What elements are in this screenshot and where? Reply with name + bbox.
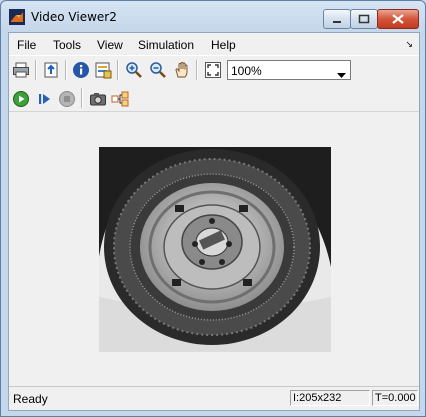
run-icon[interactable] xyxy=(12,90,30,108)
highlight-block-icon[interactable] xyxy=(111,90,129,108)
menu-tools[interactable]: Tools xyxy=(53,38,81,52)
info-icon[interactable] xyxy=(72,61,90,79)
toolbar-separator xyxy=(81,88,83,108)
toolbar-separator xyxy=(35,60,37,80)
print-icon[interactable] xyxy=(12,61,30,79)
menu-file[interactable]: File xyxy=(17,38,36,52)
window-title: Video Viewer2 xyxy=(31,10,117,24)
fit-to-window-icon[interactable] xyxy=(204,61,222,79)
menu-simulation[interactable]: Simulation xyxy=(138,38,194,52)
menu-view[interactable]: View xyxy=(97,38,123,52)
snapshot-icon[interactable] xyxy=(89,90,107,108)
status-bar: Ready I:205x232 T=0.000 xyxy=(9,386,419,409)
menu-bar: File Tools View Simulation Help ↘ xyxy=(9,33,419,55)
open-file-icon[interactable] xyxy=(42,61,60,79)
client-area: File Tools View Simulation Help ↘ 100% R… xyxy=(8,32,420,411)
properties-icon[interactable] xyxy=(94,61,112,79)
toolbar-separator xyxy=(65,60,67,80)
matlab-logo-icon xyxy=(9,9,25,25)
title-bar[interactable]: Video Viewer2 xyxy=(1,1,425,32)
simulation-time-indicator: T=0.000 xyxy=(372,390,418,406)
toolbar-separator xyxy=(117,60,119,80)
zoom-out-icon[interactable] xyxy=(149,61,167,79)
stop-icon[interactable] xyxy=(58,90,76,108)
view-toolbar: 100% xyxy=(9,55,419,87)
close-button[interactable] xyxy=(377,9,419,29)
zoom-in-icon[interactable] xyxy=(125,61,143,79)
image-size-indicator: I:205x232 xyxy=(290,390,370,406)
menu-dock-arrow-icon[interactable]: ↘ xyxy=(405,39,413,50)
video-display-area xyxy=(9,112,419,380)
step-forward-icon[interactable] xyxy=(36,90,54,108)
zoom-level-dropdown[interactable]: 100% xyxy=(227,60,351,80)
video-viewer-window: Video Viewer2 File Tools View Simulation… xyxy=(0,0,426,417)
video-frame-image xyxy=(99,147,331,352)
pan-hand-icon[interactable] xyxy=(173,61,191,79)
menu-help[interactable]: Help xyxy=(211,38,236,52)
status-message: Ready xyxy=(13,392,48,406)
toolbar-separator xyxy=(196,60,198,80)
dropdown-arrow-icon xyxy=(337,68,346,82)
simulation-toolbar xyxy=(9,86,419,112)
zoom-level-value: 100% xyxy=(231,64,262,78)
maximize-button[interactable] xyxy=(350,9,378,29)
minimize-button[interactable] xyxy=(323,9,351,29)
